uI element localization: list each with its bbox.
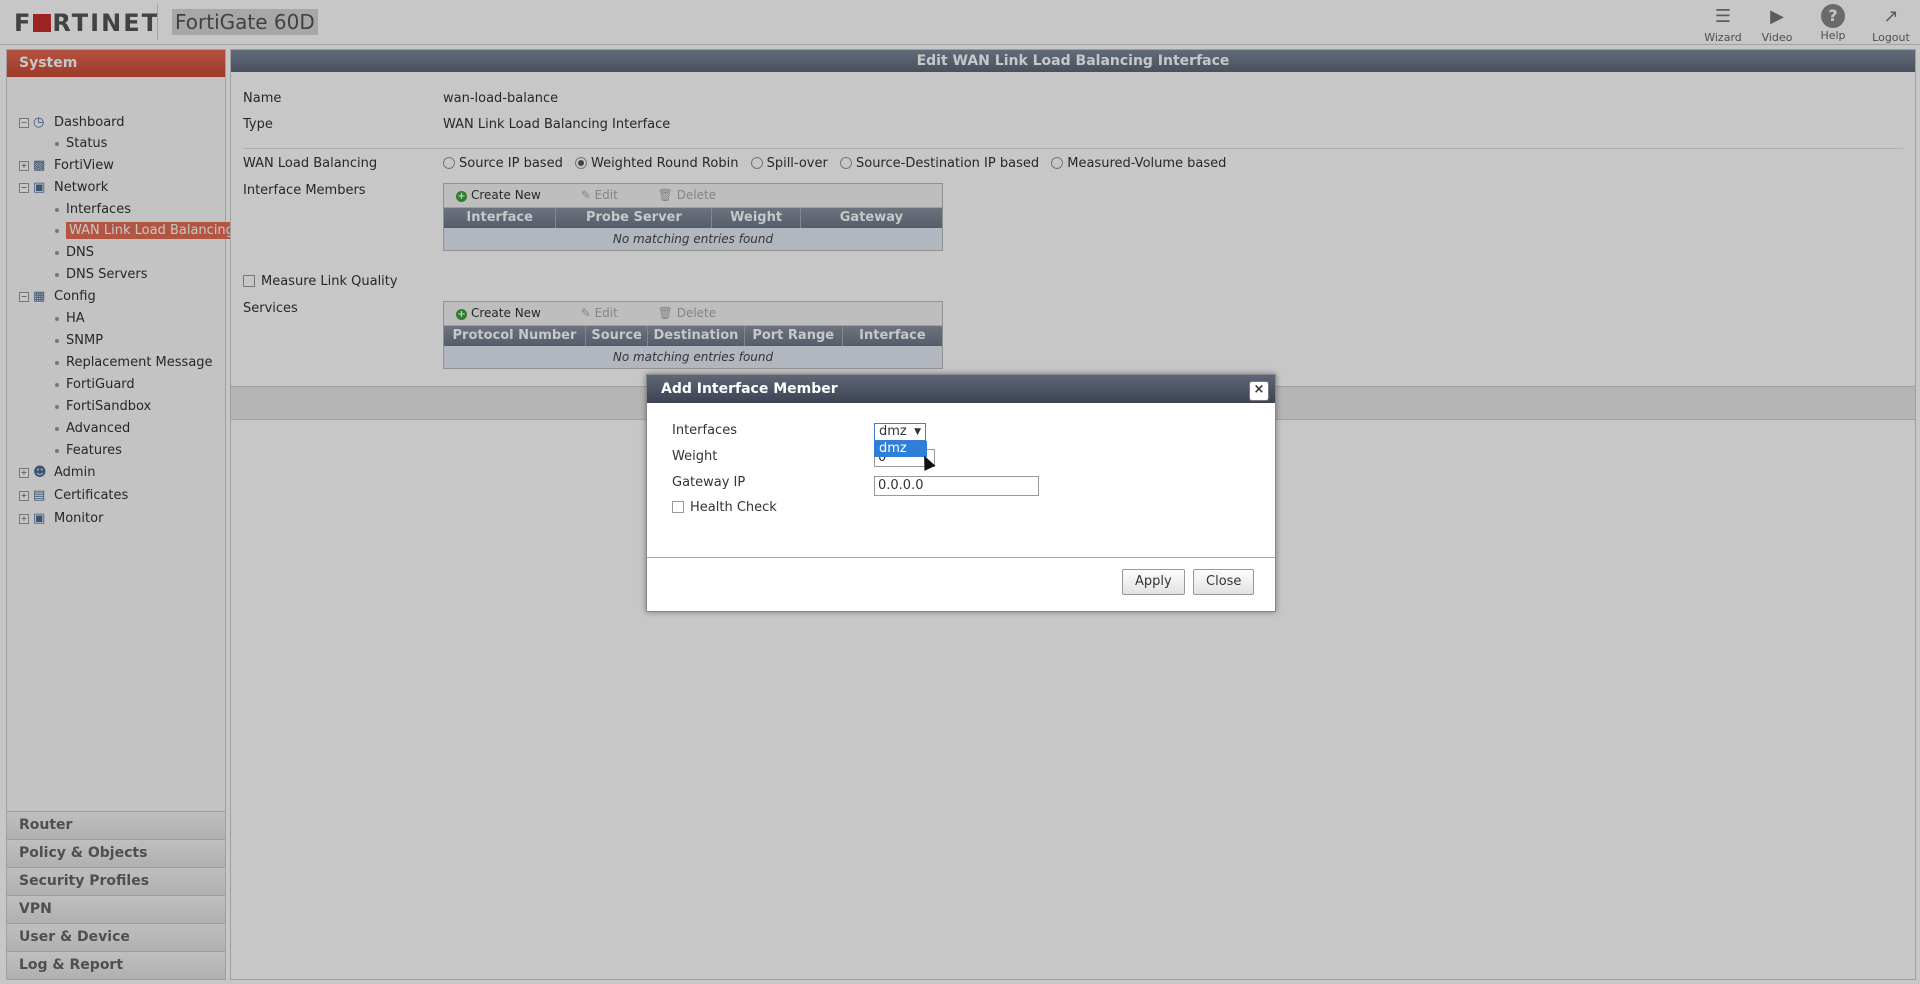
interfaces-select[interactable]: dmz ▼ <box>874 423 926 441</box>
interfaces-option-dmz[interactable]: dmz <box>874 441 927 457</box>
weight-label: Weight <box>672 449 718 464</box>
close-icon[interactable]: × <box>1249 381 1269 401</box>
gateway-ip-label: Gateway IP <box>672 475 746 490</box>
apply-button[interactable]: Apply <box>1122 569 1185 595</box>
dialog-divider <box>647 557 1275 558</box>
dialog-title: Add Interface Member <box>647 375 1275 403</box>
close-button[interactable]: Close <box>1193 569 1255 595</box>
chevron-down-icon: ▼ <box>914 427 921 437</box>
add-interface-member-dialog: Add Interface Member × Interfaces Weight… <box>646 374 1276 612</box>
health-check-checkbox[interactable] <box>672 500 684 513</box>
interfaces-label: Interfaces <box>672 423 737 438</box>
health-check[interactable]: Health Check <box>672 500 777 515</box>
gateway-ip-input[interactable]: 0.0.0.0 <box>874 476 1039 496</box>
